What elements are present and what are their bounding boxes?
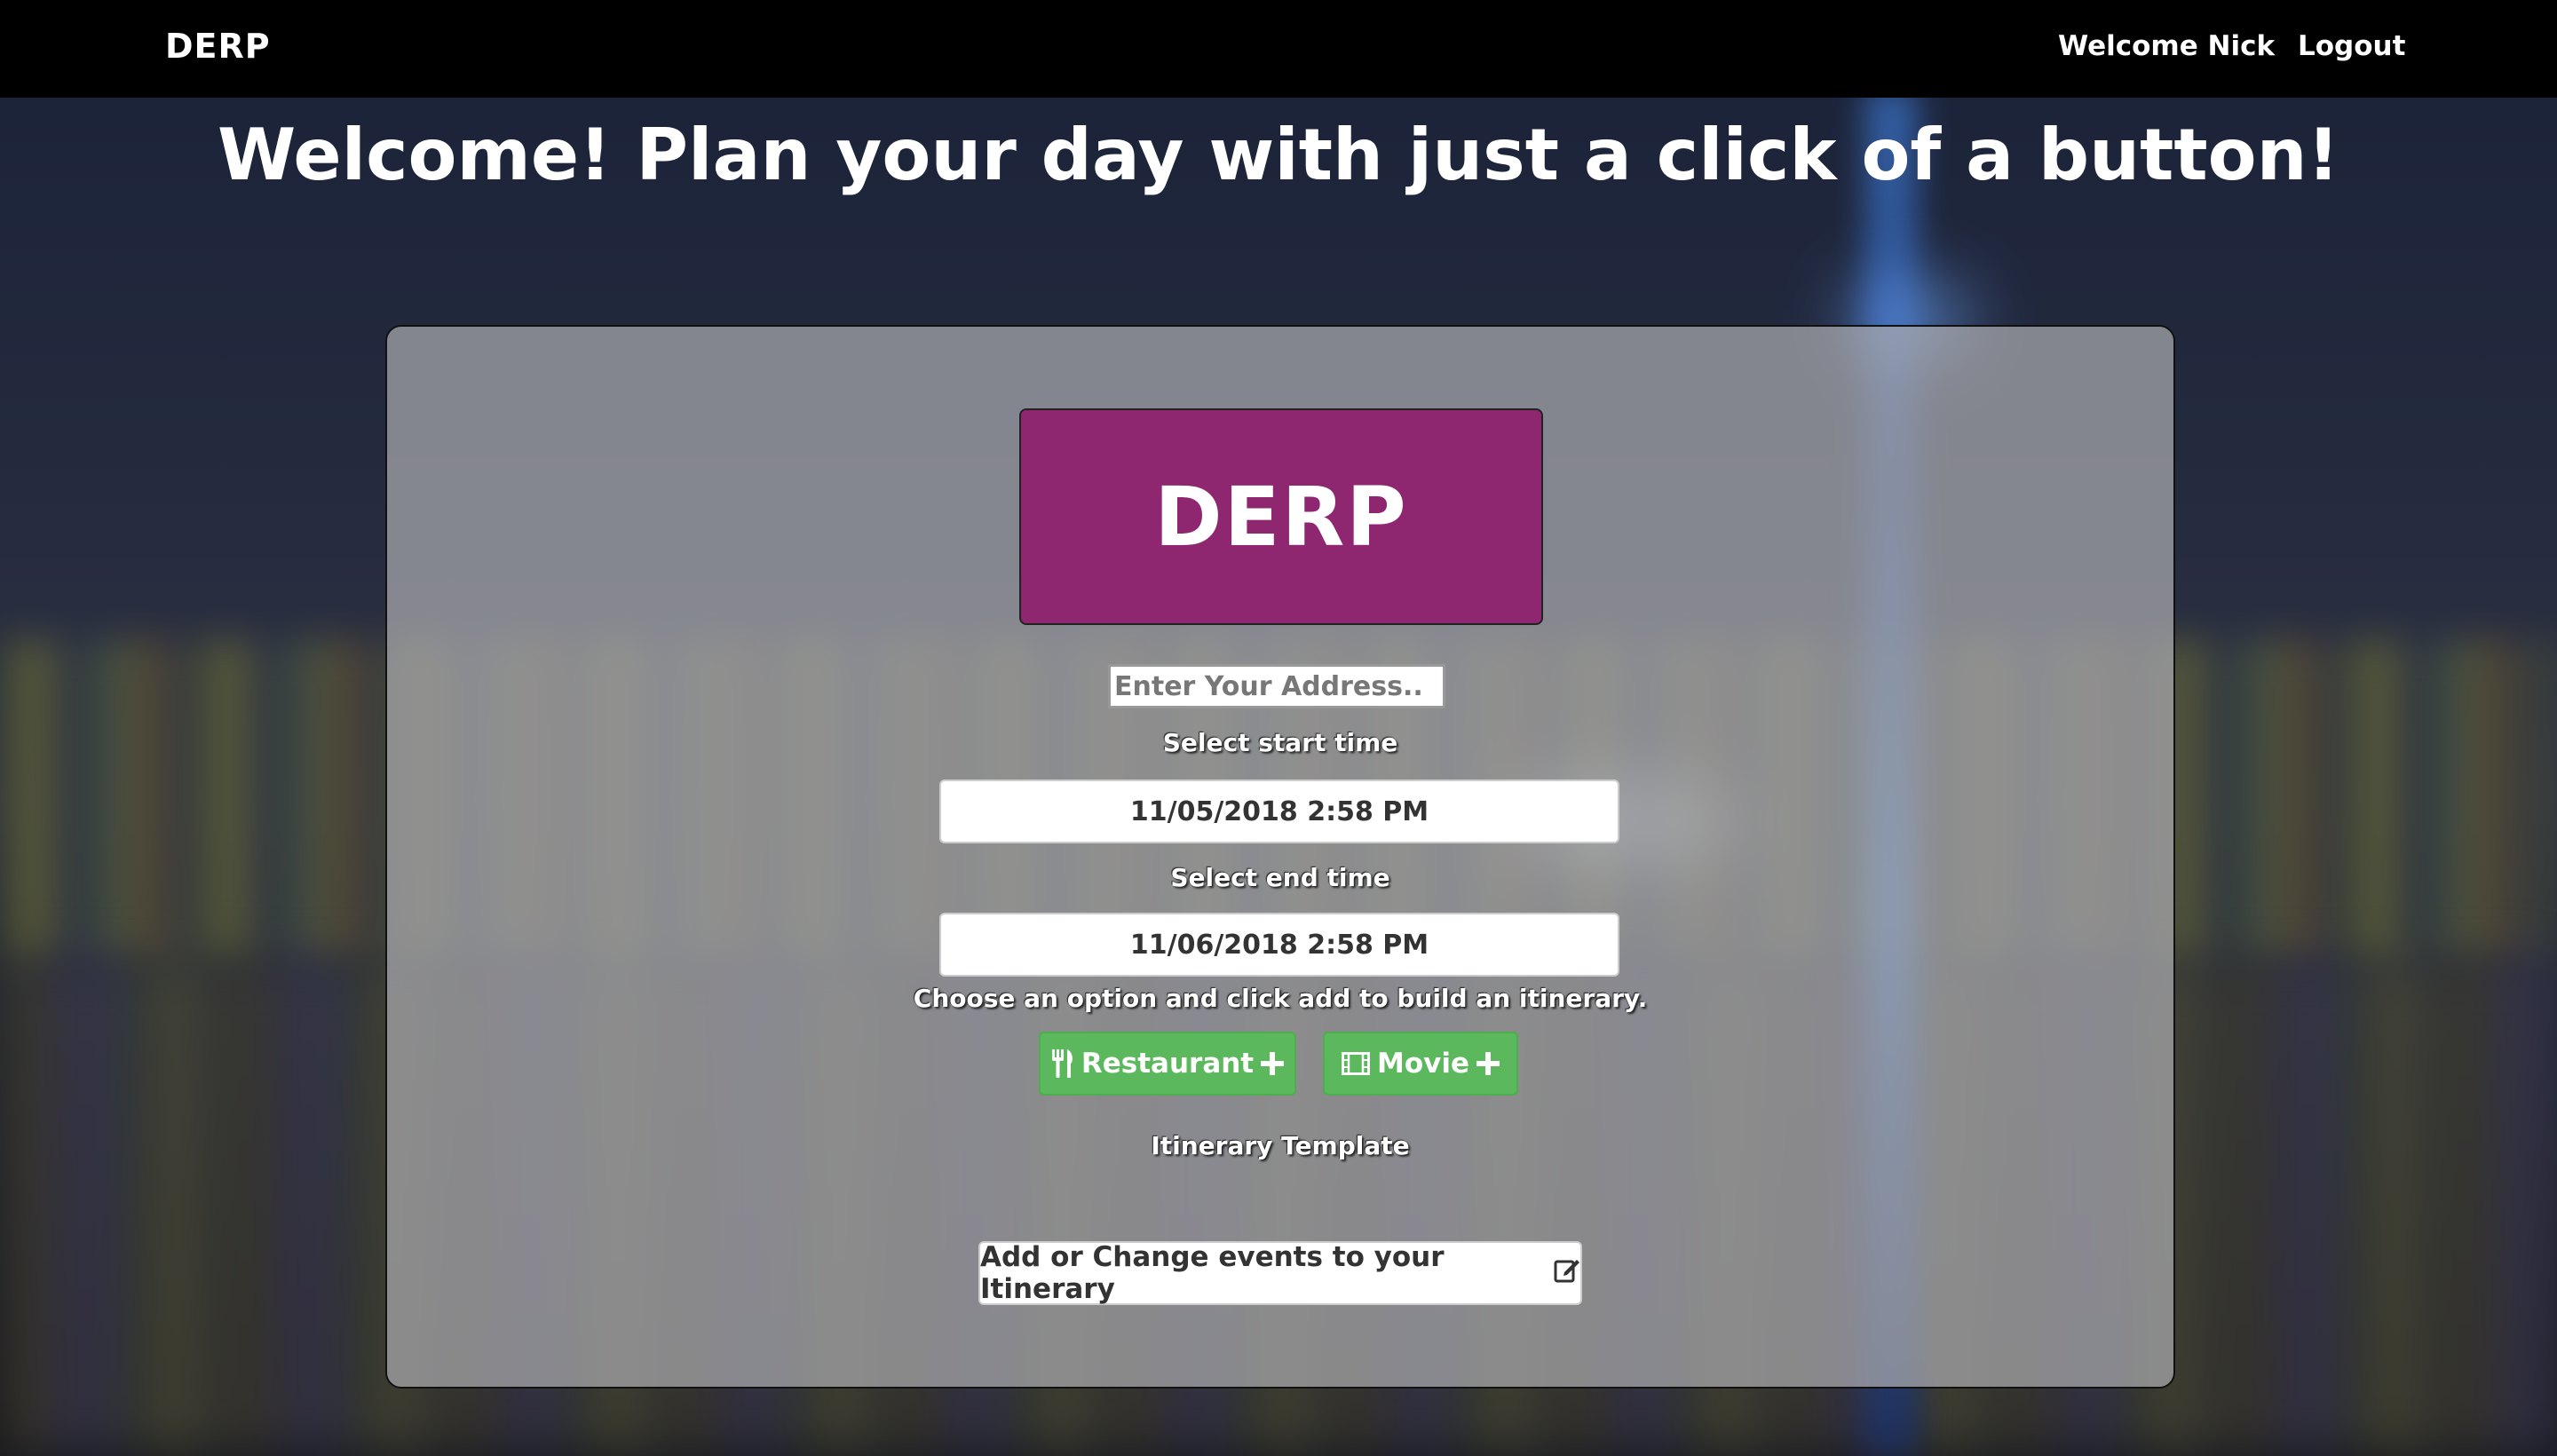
utensils-icon (1051, 1049, 1074, 1078)
navbar: DERP Welcome Nick Logout (0, 0, 2557, 98)
derp-logo: DERP (1019, 408, 1543, 625)
film-icon (1341, 1052, 1370, 1075)
logout-link[interactable]: Logout (2298, 30, 2405, 62)
change-events-label: Add or Change events to your Itinerary (980, 1241, 1445, 1305)
plus-icon (1261, 1052, 1285, 1075)
start-time-label: Select start time (1162, 728, 1398, 757)
nav-brand[interactable]: DERP (165, 27, 271, 66)
itinerary-heading: Itinerary Template (1151, 1131, 1410, 1160)
add-restaurant-button[interactable]: Restaurant (1039, 1032, 1296, 1096)
end-time-picker[interactable]: 11/06/2018 2:58 PM (939, 913, 1619, 977)
movie-button-label: Movie (1376, 1048, 1469, 1080)
end-time-label: Select end time (1170, 863, 1390, 892)
page-headline: Welcome! Plan your day with just a click… (218, 114, 2339, 196)
instructions-text: Choose an option and click add to build … (913, 984, 1648, 1013)
add-movie-button[interactable]: Movie (1323, 1032, 1518, 1096)
planner-panel: DERP Select start time 11/05/2018 2:58 P… (385, 325, 2175, 1389)
edit-icon (1554, 1256, 1580, 1290)
address-input[interactable] (1108, 664, 1445, 708)
plus-icon (1476, 1052, 1500, 1075)
start-time-picker[interactable]: 11/05/2018 2:58 PM (939, 779, 1619, 843)
change-events-button[interactable]: Add or Change events to your Itinerary (978, 1241, 1582, 1305)
nav-welcome-user[interactable]: Welcome Nick (2058, 30, 2275, 62)
restaurant-button-label: Restaurant (1081, 1048, 1255, 1080)
